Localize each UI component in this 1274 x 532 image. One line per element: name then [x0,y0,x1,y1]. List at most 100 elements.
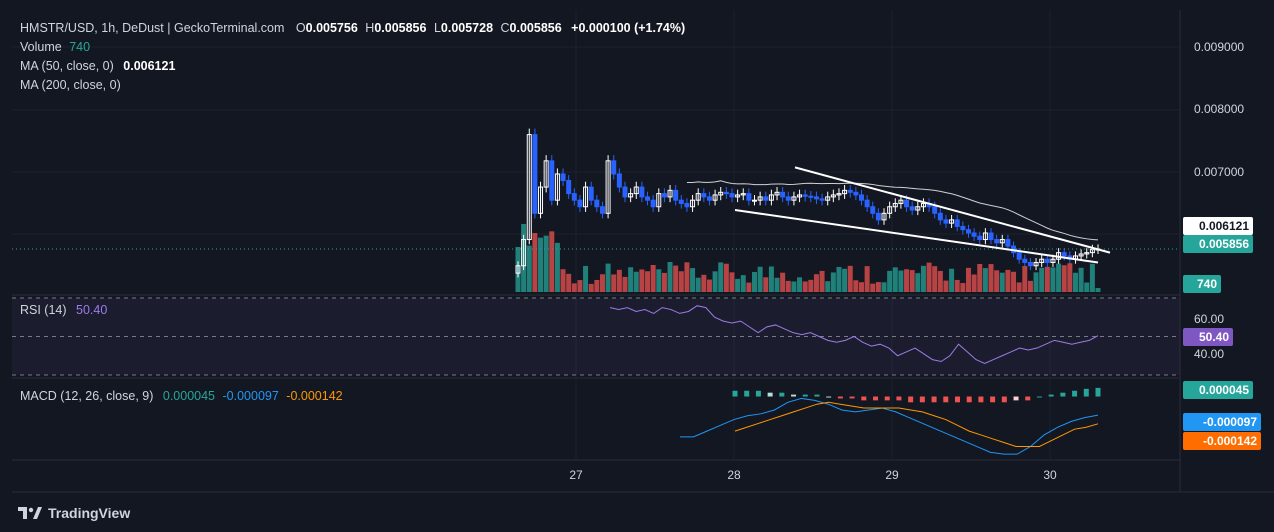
volume-bar [571,283,577,292]
candle-body [937,212,943,221]
volume-bar [988,264,994,292]
volume-bar [932,266,938,292]
macd-histogram-bar [990,396,996,403]
volume-bar [656,269,662,292]
open-value: 0.005756 [305,21,358,35]
volume-bar [633,271,639,292]
macd-histogram-bar [1001,396,1007,403]
macd-legend[interactable]: MACD (12, 26, close, 9) 0.000045 -0.0000… [20,388,343,404]
symbol-label: HMSTR/USD, 1h, DeDust | GeckoTerminal.co… [20,21,285,35]
candle-body [1016,252,1022,260]
macd-histogram-bar [767,392,773,397]
volume-bar [887,270,893,292]
macd-legend-hist: 0.000045 [162,389,216,403]
tradingview-brand: TradingView [48,505,131,521]
volume-bar [780,272,786,292]
volume-bar [611,274,617,292]
candle-body [566,180,572,195]
volume-bar [853,280,859,292]
macd-histogram-bar [837,396,843,399]
ma50-legend[interactable]: MA (50, close, 0) 0.006121 [20,58,175,74]
volume-bar [532,233,538,292]
volume-bar [949,268,955,292]
volume-bar [791,281,797,292]
volume-bar [943,280,949,292]
candle-body [571,193,577,201]
volume-bar [842,268,848,292]
volume-bar [605,263,611,292]
macd-legend-signal: -0.000142 [286,389,343,403]
price-tick-label: 0.008000 [1194,102,1245,116]
volume-bar [892,267,898,292]
volume-bar [858,282,864,292]
ma50-legend-label: MA (50, close, 0) [20,59,114,73]
rsi-value-tag: 50.40 [1183,328,1233,346]
candle-body [661,193,667,198]
chart-canvas[interactable] [0,0,1274,532]
candle-body [932,206,938,214]
macd-histogram-bar [919,396,925,403]
macd-histogram-bar [884,396,890,401]
tradingview-mark-icon [18,507,42,519]
volume-legend-label: Volume [20,40,62,54]
candle-body [960,225,966,231]
candle-body [645,196,651,201]
volume-bar [1033,272,1039,292]
candle-body [858,194,864,201]
candle-body [639,186,645,198]
macd-histogram-bar [814,394,820,397]
candle-body [864,199,870,208]
volume-legend[interactable]: Volume 740 [20,39,90,55]
macd-line-tag: -0.000097 [1183,413,1261,431]
macd-histogram-bar [978,396,984,403]
price-tick-label: 0.007000 [1194,165,1245,179]
channel-upper-line [794,166,1111,254]
macd-histogram-bar [732,390,738,397]
channel-lower-line [734,209,1099,264]
low-value: 0.005728 [440,21,494,35]
volume-bar [1050,267,1056,292]
volume-bar [819,270,825,292]
volume-bar [678,271,684,292]
rsi-tick-label: 60.00 [1194,312,1225,326]
candle-body [943,219,949,224]
volume-bar [616,269,622,292]
candle-body [853,191,859,196]
macd-histogram-bar [1013,396,1019,401]
candle-body [909,206,915,211]
candle-body [802,194,808,197]
volume-bar [977,263,983,292]
volume-bar [1067,263,1073,292]
volume-bar [797,277,803,292]
candle-body [847,189,853,193]
candle-body [870,206,876,214]
candle-body [1005,239,1011,247]
candle-body [746,193,752,201]
volume-bar [661,272,667,292]
high-label: H [365,21,375,35]
time-tick-label: 30 [1043,468,1057,482]
rsi-legend[interactable]: RSI (14) 50.40 [20,302,107,318]
volume-bar [583,265,589,292]
volume-bar [920,265,926,292]
volume-bar [735,278,741,292]
macd-legend-macd: -0.000097 [222,389,279,403]
volume-bar [718,262,724,292]
volume-bar [1084,282,1090,292]
volume-bar [909,270,915,292]
volume-bar [599,274,605,292]
volume-bar [706,279,712,292]
volume-bar [695,277,701,292]
macd-histogram-bar [861,396,867,401]
high-value: 0.005856 [374,21,427,35]
tradingview-logo[interactable]: TradingView [18,505,130,521]
close-label: C [500,21,510,35]
macd-histogram-bar [1095,387,1101,397]
ma200-legend[interactable]: MA (200, close, 0) [20,77,121,93]
candle-body [723,191,729,195]
candle-body [577,199,583,208]
ma-price-tag: 0.006121 [1183,217,1253,235]
volume-bar [594,279,600,292]
volume-bar [746,282,752,292]
volume-bar [774,277,780,292]
